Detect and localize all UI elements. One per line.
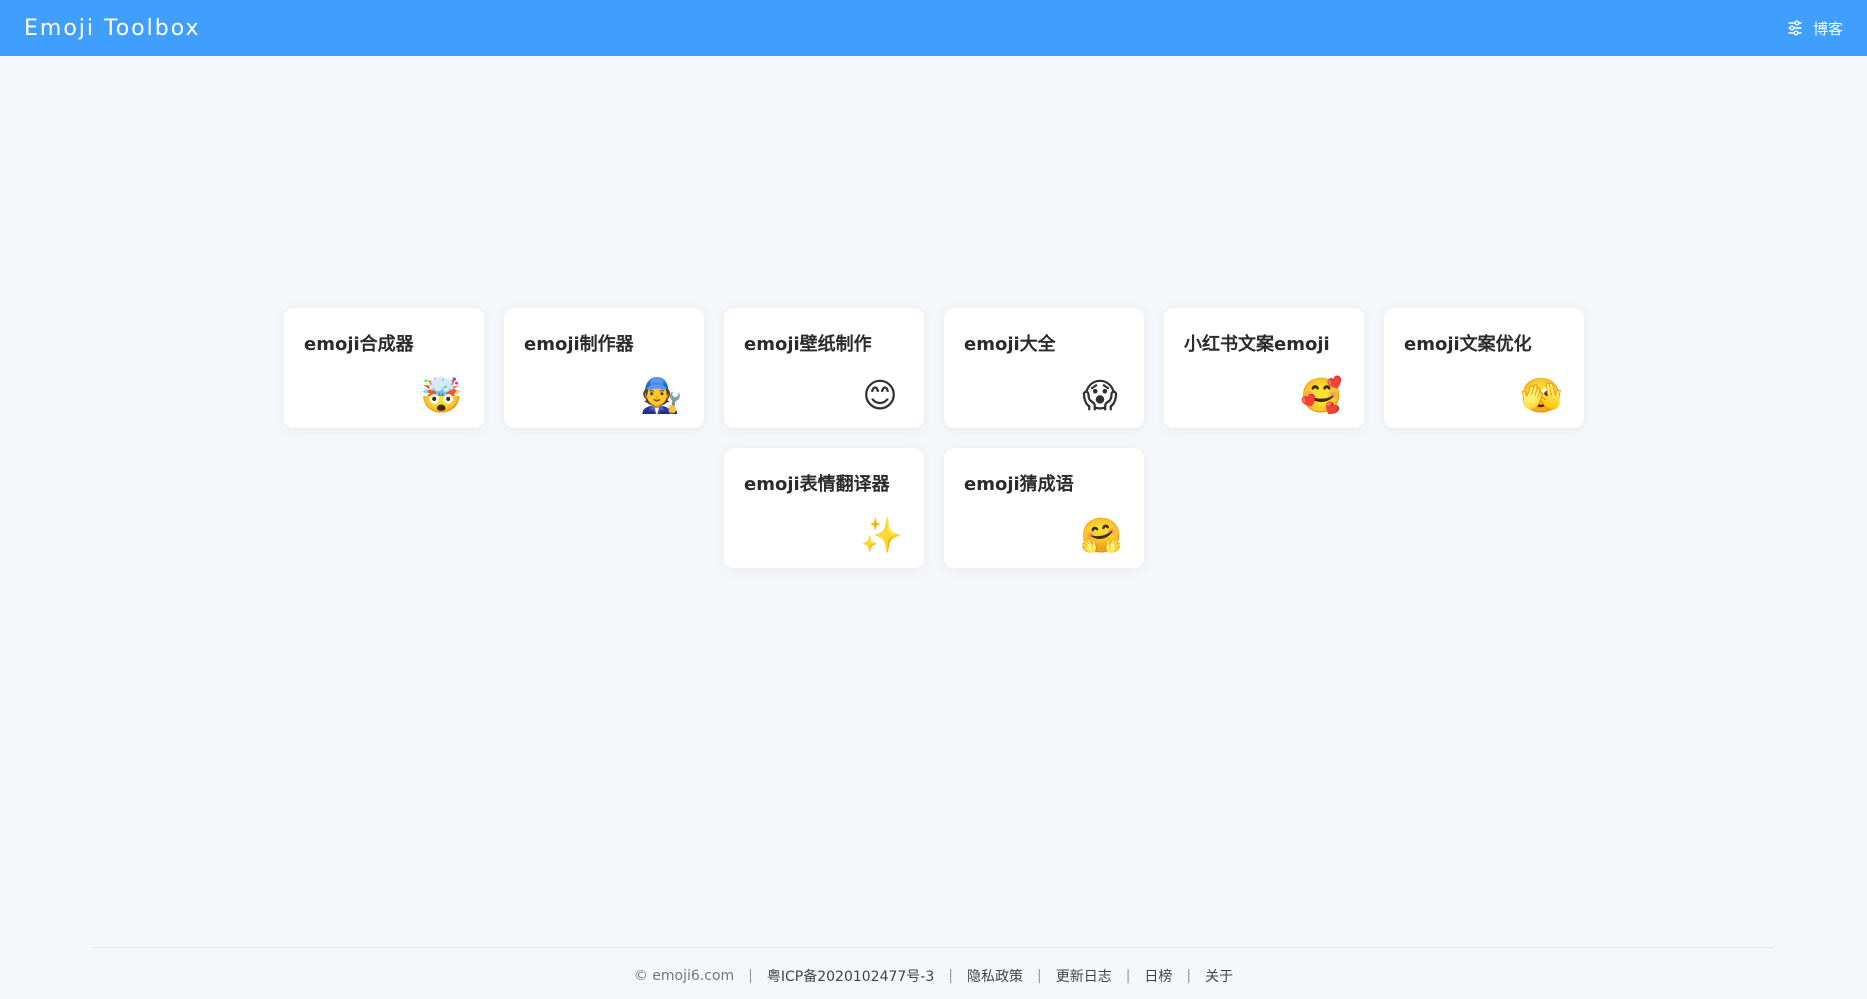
card-emoji-idiom-guess[interactable]: emoji猜成语 🤗 bbox=[944, 448, 1144, 568]
card-title: emoji壁纸制作 bbox=[744, 334, 872, 355]
card-title: emoji文案优化 bbox=[1404, 334, 1532, 355]
footer-separator: | bbox=[748, 968, 753, 984]
daily-ranking-link[interactable]: 日榜 bbox=[1144, 966, 1172, 986]
footer-separator: | bbox=[948, 968, 953, 984]
card-emoji-maker[interactable]: emoji制作器 🧑‍🔧 bbox=[504, 308, 704, 428]
card-emoji-mixer[interactable]: emoji合成器 🤯 bbox=[284, 308, 484, 428]
footer-separator: | bbox=[1186, 968, 1192, 984]
blog-label: 博客 bbox=[1812, 19, 1843, 38]
about-link[interactable]: 关于 bbox=[1205, 966, 1233, 986]
hugging-face-emoji-icon: 🤗 bbox=[1080, 516, 1123, 556]
footer: © emoji6.com | 粤ICP备2020102477号-3 | 隐私政策… bbox=[0, 966, 1867, 986]
card-title: emoji大全 bbox=[964, 334, 1056, 355]
blog-link[interactable]: 博客 bbox=[1787, 18, 1843, 39]
card-emoji-copy-optimize[interactable]: emoji文案优化 🫣 bbox=[1384, 308, 1584, 428]
card-title: emoji制作器 bbox=[524, 334, 634, 355]
top-nav-bar: Emoji Toolbox 博客 bbox=[0, 0, 1867, 56]
privacy-link[interactable]: 隐私政策 bbox=[967, 966, 1023, 986]
smiling-hearts-emoji-icon: 🥰 bbox=[1300, 376, 1343, 416]
changelog-link[interactable]: 更新日志 bbox=[1056, 966, 1112, 986]
peeking-face-emoji-icon: 🫣 bbox=[1520, 376, 1563, 416]
card-title: 小红书文案emoji bbox=[1184, 334, 1330, 355]
icp-link[interactable]: 粤ICP备2020102477号-3 bbox=[767, 966, 934, 986]
card-emoji-wallpaper[interactable]: emoji壁纸制作 😊 bbox=[724, 308, 924, 428]
smiling-face-emoji-icon: 😊 bbox=[862, 376, 898, 416]
copyright-text: © emoji6.com bbox=[633, 968, 735, 984]
screaming-face-emoji-icon: 😱 bbox=[1082, 376, 1118, 416]
app-title[interactable]: Emoji Toolbox bbox=[24, 16, 201, 41]
mechanic-emoji-icon: 🧑‍🔧 bbox=[640, 376, 683, 416]
card-title: emoji合成器 bbox=[304, 334, 414, 355]
card-title: emoji表情翻译器 bbox=[744, 474, 890, 495]
card-xiaohongshu-emoji[interactable]: 小红书文案emoji 🥰 bbox=[1164, 308, 1364, 428]
sparkles-emoji-icon: ✨ bbox=[860, 516, 903, 556]
card-emoji-translator[interactable]: emoji表情翻译器 ✨ bbox=[724, 448, 924, 568]
footer-divider bbox=[93, 947, 1774, 948]
sliders-icon bbox=[1787, 20, 1803, 36]
card-title: emoji猜成语 bbox=[964, 474, 1074, 495]
card-emoji-encyclopedia[interactable]: emoji大全 😱 bbox=[944, 308, 1144, 428]
footer-separator: | bbox=[1036, 968, 1042, 984]
tool-card-grid: emoji合成器 🤯 emoji制作器 🧑‍🔧 emoji壁纸制作 😊 emoj… bbox=[284, 308, 1584, 568]
exploding-head-emoji-icon: 🤯 bbox=[420, 376, 463, 416]
footer-separator: | bbox=[1125, 968, 1131, 984]
